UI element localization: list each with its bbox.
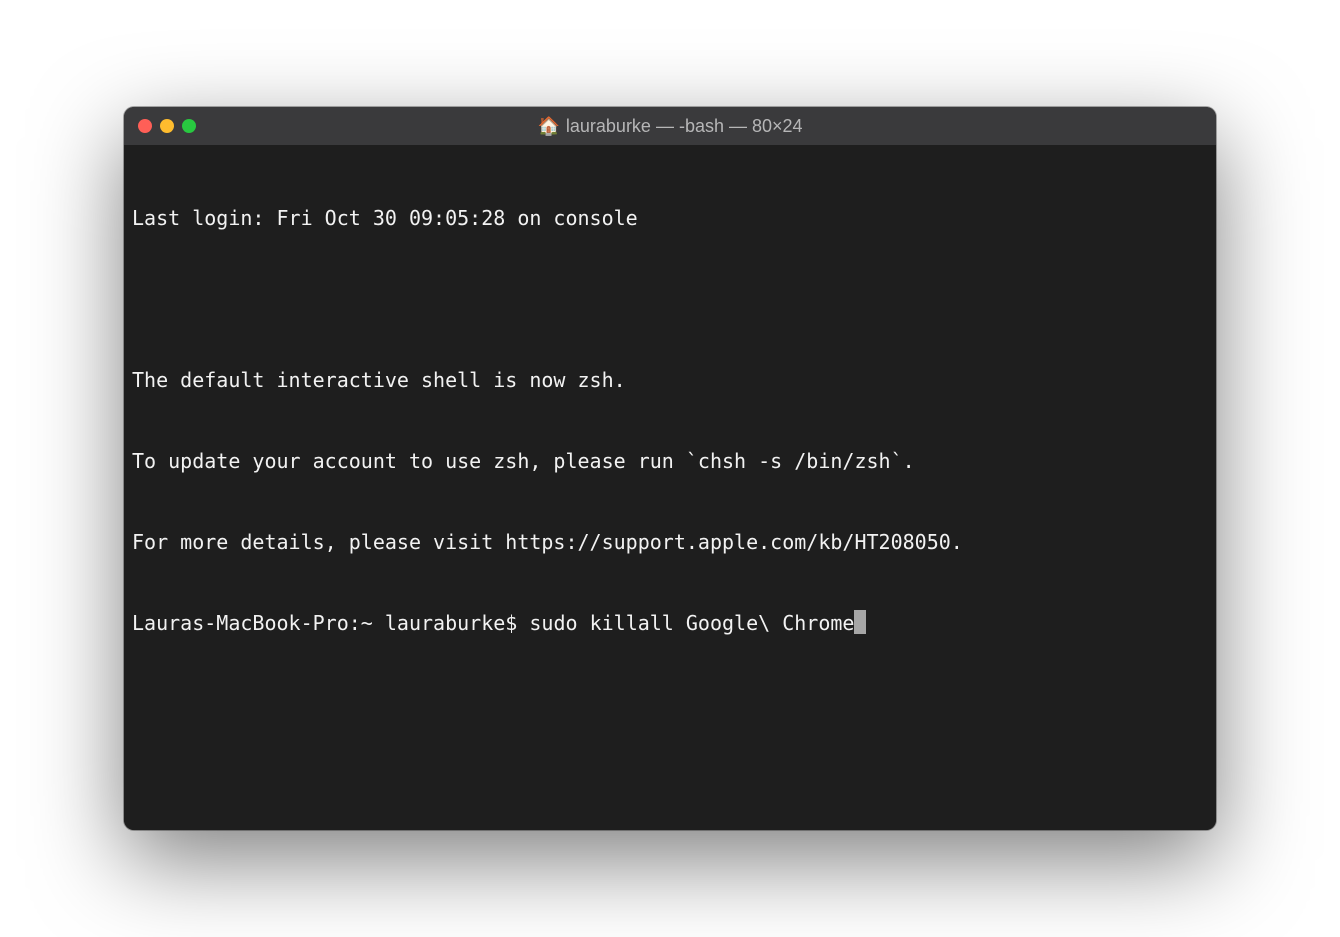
- minimize-button[interactable]: [160, 119, 174, 133]
- terminal-output-line: To update your account to use zsh, pleas…: [132, 448, 1208, 475]
- window-title-text: lauraburke — -bash — 80×24: [566, 116, 803, 137]
- prompt-line: Lauras-MacBook-Pro:~ lauraburke$ sudo ki…: [132, 610, 1208, 637]
- shell-prompt: Lauras-MacBook-Pro:~ lauraburke$: [132, 610, 529, 637]
- terminal-output-line: For more details, please visit https://s…: [132, 529, 1208, 556]
- title-bar[interactable]: 🏠 lauraburke — -bash — 80×24: [124, 107, 1216, 145]
- terminal-body[interactable]: Last login: Fri Oct 30 09:05:28 on conso…: [124, 145, 1216, 830]
- blank-line: [132, 286, 1208, 313]
- terminal-window: 🏠 lauraburke — -bash — 80×24 Last login:…: [124, 107, 1216, 830]
- cursor: [854, 610, 866, 634]
- window-title: 🏠 lauraburke — -bash — 80×24: [138, 116, 1202, 137]
- command-input[interactable]: sudo killall Google\ Chrome: [529, 610, 854, 637]
- home-icon: 🏠: [537, 117, 559, 135]
- terminal-output-line: The default interactive shell is now zsh…: [132, 367, 1208, 394]
- traffic-lights: [138, 119, 196, 133]
- maximize-button[interactable]: [182, 119, 196, 133]
- terminal-output-line: Last login: Fri Oct 30 09:05:28 on conso…: [132, 205, 1208, 232]
- close-button[interactable]: [138, 119, 152, 133]
